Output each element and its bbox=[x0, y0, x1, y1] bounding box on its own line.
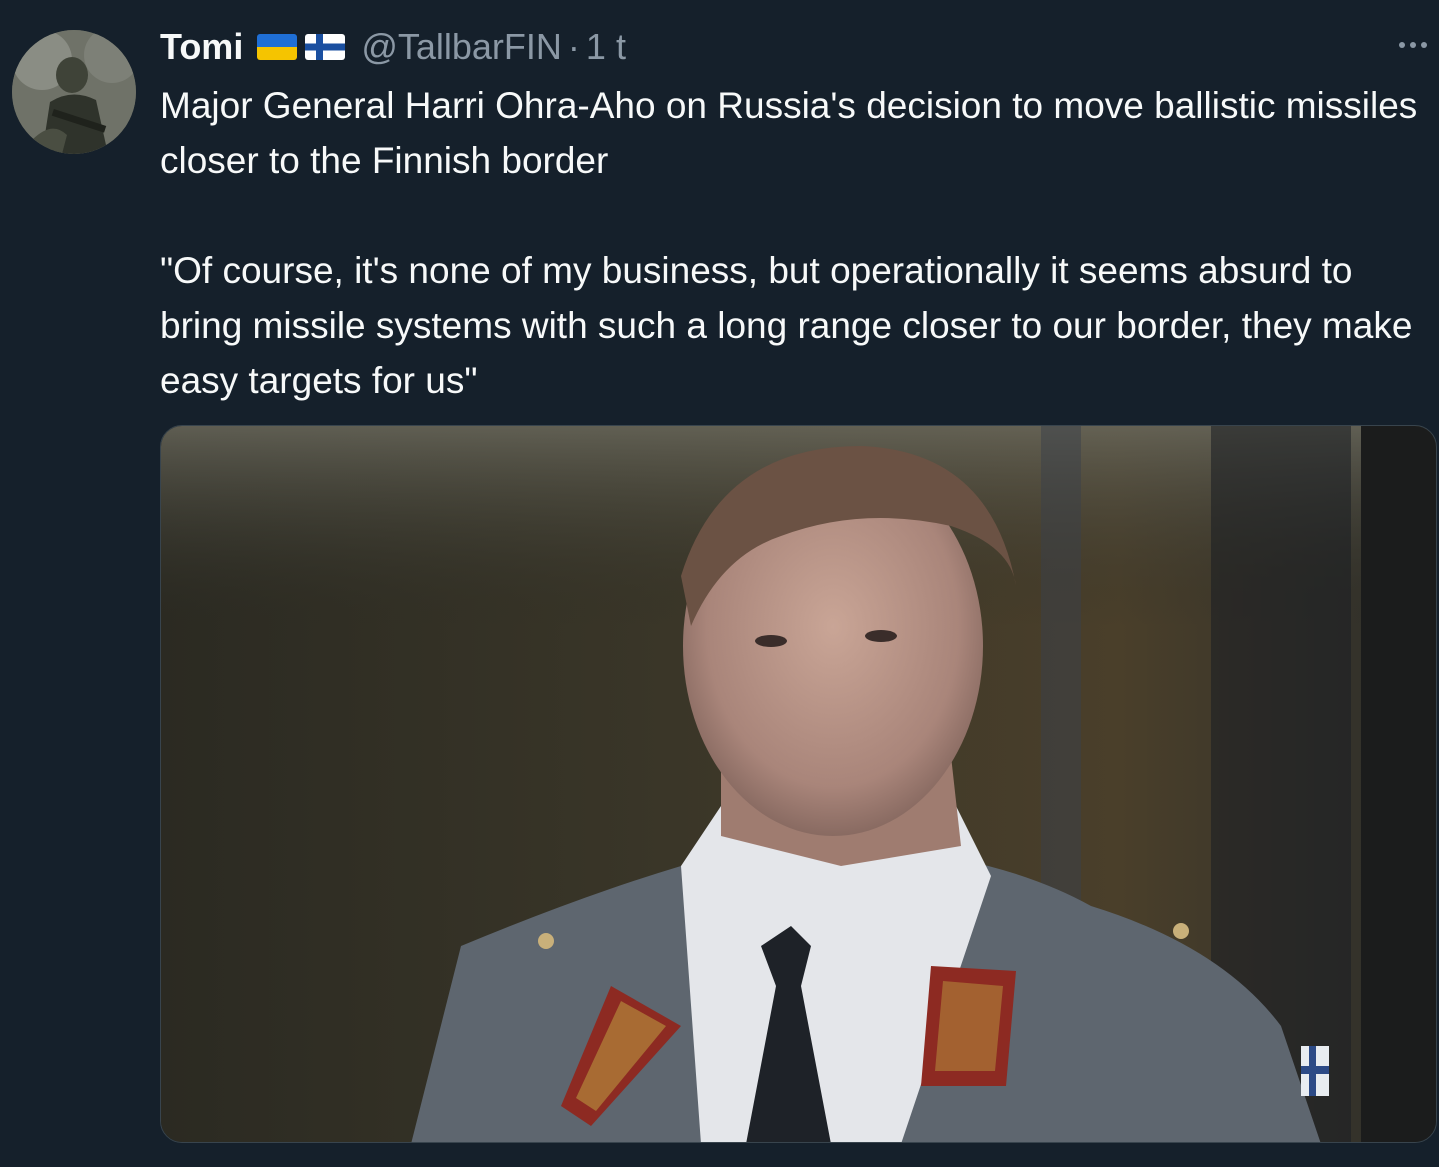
finland-flag-icon bbox=[305, 34, 346, 60]
tweet[interactable]: Tomi @TallbarFIN · 1 t Major General Har… bbox=[0, 0, 1439, 1167]
avatar[interactable] bbox=[12, 30, 136, 154]
more-options-icon[interactable] bbox=[1393, 30, 1433, 60]
display-name[interactable]: Tomi bbox=[160, 26, 243, 68]
officer-photo bbox=[161, 426, 1436, 1142]
soldier-avatar-icon bbox=[12, 30, 136, 154]
separator-dot: · bbox=[567, 26, 580, 67]
tweet-image[interactable] bbox=[160, 425, 1437, 1143]
ukraine-flag-icon bbox=[257, 34, 298, 60]
tweet-header: Tomi @TallbarFIN · 1 t bbox=[160, 22, 626, 72]
tweet-text: Major General Harri Ohra-Aho on Russia's… bbox=[160, 85, 1418, 401]
timestamp[interactable]: 1 t bbox=[586, 26, 626, 68]
user-handle[interactable]: @TallbarFIN bbox=[361, 26, 562, 68]
